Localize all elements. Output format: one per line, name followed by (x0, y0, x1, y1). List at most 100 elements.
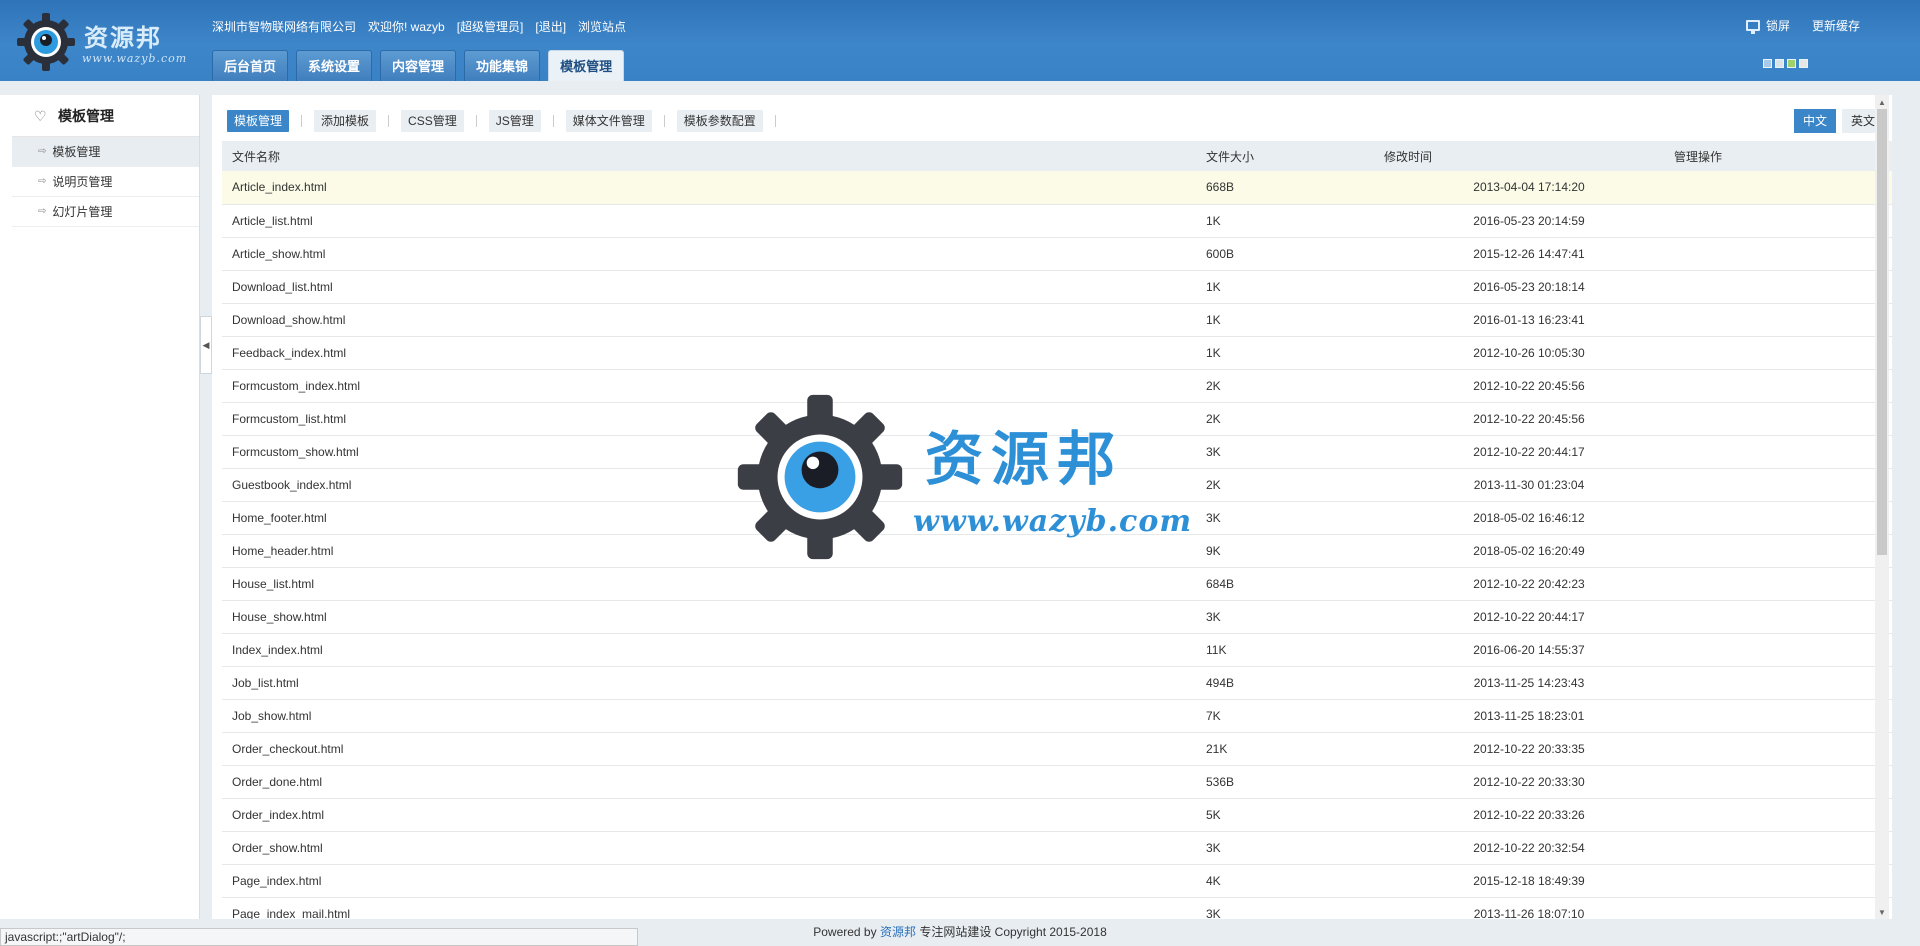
table-row: House_list.html684B2012-10-22 20:42:23✖ (222, 567, 1892, 601)
table-row: Job_show.html7K2013-11-25 18:23:01✖ (222, 699, 1892, 733)
lock-screen-button[interactable]: 锁屏 (1745, 17, 1790, 34)
tab-content-management[interactable]: 内容管理 (380, 50, 457, 81)
skin-light[interactable] (1799, 59, 1808, 68)
sidebar-item-label: 说明页管理 (52, 174, 113, 189)
modified-time-cell: 2018-05-02 16:46:12 (1384, 501, 1674, 535)
modified-time-cell: 2018-05-02 16:20:49 (1384, 534, 1674, 568)
logo-url: www.wazyb.com (82, 52, 188, 65)
table-row: Home_footer.html3K2018-05-02 16:46:12✖ (222, 501, 1892, 535)
file-name-cell: Order_index.html (222, 798, 1204, 832)
skin-blue[interactable] (1763, 59, 1772, 68)
tab-features[interactable]: 功能集锦 (464, 50, 541, 81)
heart-icon: ♡ (34, 107, 47, 124)
table-row: Formcustom_show.html 3K 2012-10-22 20:44:1… (222, 435, 1892, 469)
file-name-cell: Formcustom_show.html (222, 435, 1204, 469)
tab-template-management[interactable]: 模板管理 (548, 50, 625, 81)
sidebar-item-template-management[interactable]: ⇨ 模板管理 (12, 137, 199, 167)
subnav-template-management[interactable]: 模板管理 (227, 110, 290, 132)
file-size-cell: 4K (1204, 864, 1384, 898)
modified-time-cell: 2012-10-22 20:42:23 (1384, 567, 1674, 601)
file-size-cell: 3K (1204, 600, 1384, 634)
scroll-thumb[interactable] (1877, 109, 1887, 555)
role-link[interactable]: [超级管理员] (457, 18, 524, 35)
modified-time-cell: 2016-05-23 20:14:59 (1384, 204, 1674, 238)
sidebar-title: ♡ 模板管理 (12, 95, 199, 137)
sidebar-item-slideshow[interactable]: ⇨ 幻灯片管理 (12, 197, 199, 227)
lock-screen-label: 锁屏 (1765, 19, 1790, 33)
sidebar-item-label: 幻灯片管理 (52, 204, 113, 219)
file-name-cell: House_show.html (222, 600, 1204, 634)
file-name-cell: Job_list.html (222, 666, 1204, 700)
sidebar-collapse-handle[interactable]: ◀ (200, 316, 212, 374)
col-header-size: 文件大小 (1204, 141, 1384, 171)
ops-cell: ✖ (1674, 204, 1892, 238)
template-file-table: 文件名称 文件大小 修改时间 管理操作 Article_index.html 66… (222, 141, 1892, 919)
modified-time-cell: 2016-06-20 14:55:37 (1384, 633, 1674, 667)
ops-cell: ✖ (1674, 369, 1892, 403)
col-header-name: 文件名称 (222, 141, 1204, 171)
file-size-cell: 3K (1204, 435, 1384, 469)
lang-chinese-button[interactable]: 中文 (1793, 109, 1836, 133)
gear-logo-icon (17, 13, 75, 71)
skin-green[interactable] (1787, 59, 1796, 68)
file-name-cell: Download_show.html (222, 303, 1204, 337)
table-row: Article_index.html 668B 2013-04-04 17:14:2… (222, 171, 1892, 205)
table-row: Order_done.html536B2012-10-22 20:33:30✖ (222, 765, 1892, 799)
file-name-cell: Article_list.html (222, 204, 1204, 238)
file-size-cell: 494B (1204, 666, 1384, 700)
tab-system-settings[interactable]: 系统设置 (296, 50, 373, 81)
subnav-media-files[interactable]: 媒体文件管理 (565, 110, 652, 132)
footer-brand-link[interactable]: 资源邦 (880, 925, 916, 939)
ops-cell: ✖ (1674, 468, 1892, 502)
skin-gray[interactable] (1775, 59, 1784, 68)
file-name-cell: Home_footer.html (222, 501, 1204, 535)
table-body: Article_index.html 668B 2013-04-04 17:14:2… (222, 171, 1892, 919)
user-info-bar: 深圳市智物联网络有限公司 欢迎你! wazyb [超级管理员] [退出] 浏览站… (212, 18, 626, 35)
divider (301, 115, 303, 127)
ops-cell: ✖ (1674, 501, 1892, 535)
scroll-down-arrow-icon[interactable]: ▼ (1875, 905, 1889, 919)
file-name-cell: Page_index.html (222, 864, 1204, 898)
ops-cell: ✖ (1674, 864, 1892, 898)
ops-cell: ✖ (1674, 732, 1892, 766)
table-row: Home_header.html9K2018-05-02 16:20:49✖ (222, 534, 1892, 568)
sub-nav: 模板管理 添加模板 CSS管理 JS管理 媒体文件管理 模板参数配置 (227, 110, 788, 132)
sidebar-item-description-pages[interactable]: ⇨ 说明页管理 (12, 167, 199, 197)
ops-cell: ✖ (1674, 897, 1892, 919)
file-size-cell: 2K (1204, 369, 1384, 403)
table-row: Order_checkout.html 21K 2012-10-22 20:33:3… (222, 732, 1892, 766)
file-name-cell: Feedback_index.html (222, 336, 1204, 370)
file-size-cell: 1K (1204, 270, 1384, 304)
browse-site-link[interactable]: 浏览站点 (578, 18, 626, 35)
subnav-css-management[interactable]: CSS管理 (401, 110, 464, 132)
ops-cell: ✖ (1674, 798, 1892, 832)
footer-copyright: Copyright 2015-2018 (994, 925, 1107, 939)
ops-cell: ✖ (1674, 666, 1892, 700)
ops-cell: ✖ (1674, 402, 1892, 436)
subnav-template-params[interactable]: 模板参数配置 (676, 110, 763, 132)
ops-cell: ✖ (1674, 303, 1892, 337)
file-name-cell: Article_index.html (222, 171, 1204, 205)
file-size-cell: 3K (1204, 831, 1384, 865)
logout-link[interactable]: [退出] (535, 18, 566, 35)
file-name-cell: Job_show.html (222, 699, 1204, 733)
subnav-add-template[interactable]: 添加模板 (314, 110, 377, 132)
tab-dashboard[interactable]: 后台首页 (212, 50, 289, 81)
vertical-scrollbar[interactable]: ▲ ▼ (1875, 95, 1889, 919)
ops-cell: ✖ (1674, 600, 1892, 634)
file-size-cell: 1K (1204, 204, 1384, 238)
file-size-cell: 668B (1204, 171, 1384, 205)
table-row: Order_show.html3K2012-10-22 20:32:54✖ (222, 831, 1892, 865)
file-name-cell: Guestbook_index.html (222, 468, 1204, 502)
ops-cell: ✖ (1674, 534, 1892, 568)
refresh-cache-button[interactable]: 更新缓存 (1812, 17, 1860, 34)
footer-powered: Powered by (813, 925, 877, 939)
subnav-js-management[interactable]: JS管理 (488, 110, 541, 132)
sidebar-item-label: 模板管理 (52, 144, 101, 159)
scroll-up-arrow-icon[interactable]: ▲ (1875, 95, 1889, 109)
file-size-cell: 9K (1204, 534, 1384, 568)
ops-cell: ✖ (1674, 567, 1892, 601)
ops-cell: ✖ (1674, 237, 1892, 271)
file-name-cell: Page_index_mail.html (222, 897, 1204, 919)
divider (388, 115, 390, 127)
